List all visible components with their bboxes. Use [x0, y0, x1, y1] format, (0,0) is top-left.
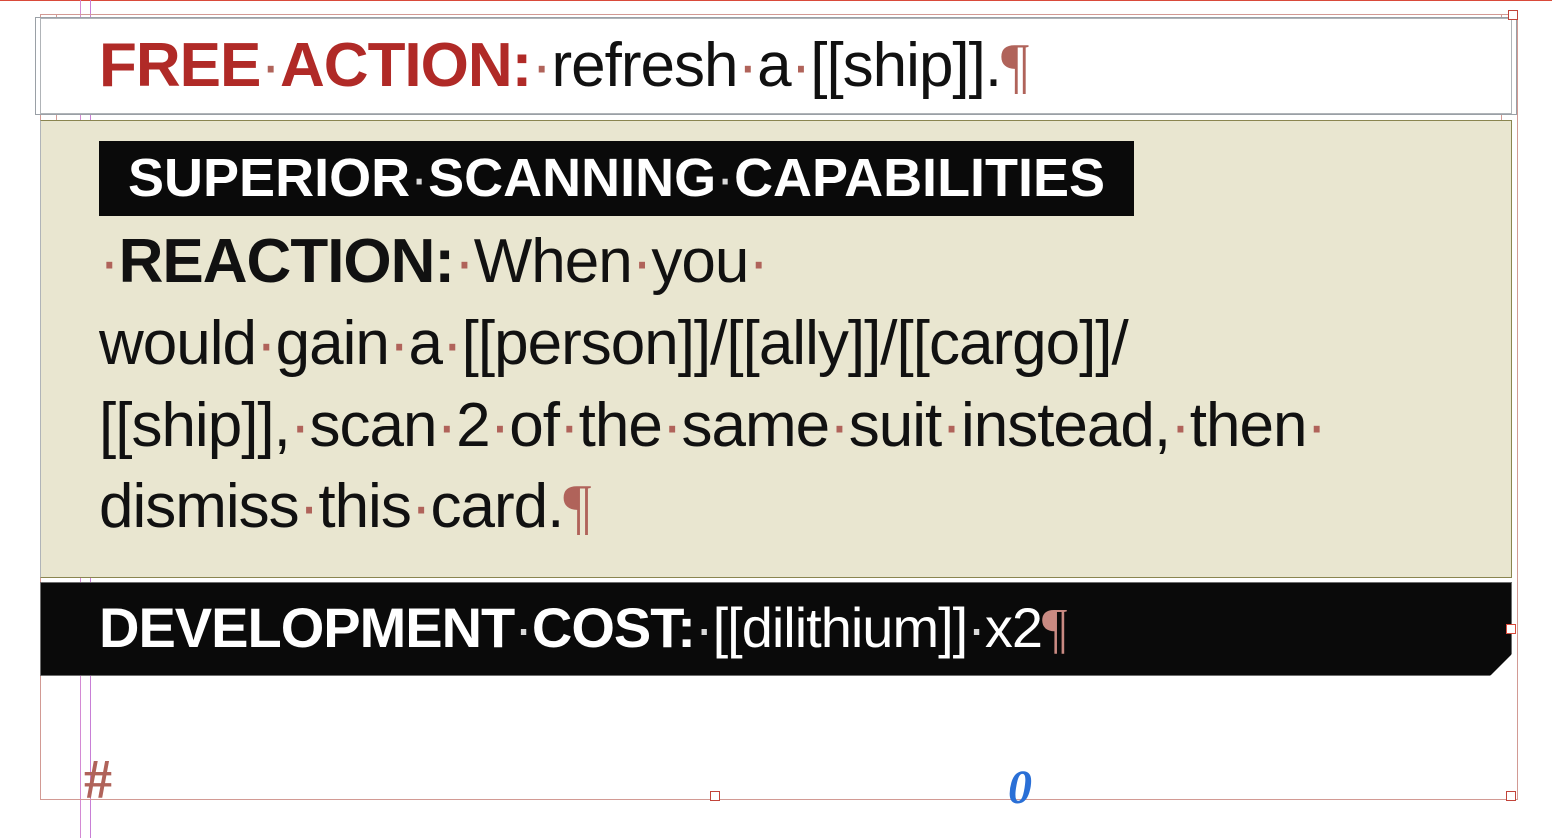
frame-break-icon: #	[84, 748, 112, 812]
text-frames-group[interactable]: FREE·ACTION:·refresh·a·[[ship]].¶ SUPERI…	[40, 18, 1512, 676]
development-cost-label: DEVELOPMENT·COST:	[99, 596, 695, 659]
selection-handle[interactable]	[710, 791, 720, 801]
ability-name-badge: SUPERIOR·SCANNING·CAPABILITIES	[99, 141, 1134, 216]
text-frame-development-cost[interactable]: DEVELOPMENT·COST:·[[dilithium]]·x2¶	[40, 582, 1512, 676]
overset-text-indicator-icon[interactable]: 0	[1008, 760, 1032, 815]
development-cost-value: [[dilithium]]·x2	[713, 596, 1042, 659]
selection-handle[interactable]	[1506, 624, 1516, 634]
selection-handle[interactable]	[1506, 791, 1516, 801]
pilcrow-icon: ¶	[563, 473, 590, 541]
pilcrow-icon: ¶	[1001, 32, 1029, 100]
free-action-label: FREE·ACTION:	[99, 31, 531, 100]
ruler-guide-horizontal	[0, 0, 1552, 1]
text-frame-free-action[interactable]: FREE·ACTION:·refresh·a·[[ship]].¶	[40, 18, 1512, 114]
pilcrow-icon: ¶	[1042, 598, 1066, 660]
reaction-label: REACTION:	[119, 227, 454, 296]
free-action-text: refresh·a·[[ship]].	[551, 31, 1001, 100]
corner-cut-icon	[1490, 654, 1512, 676]
text-frame-ability[interactable]: SUPERIOR·SCANNING·CAPABILITIES ·REACTION…	[40, 120, 1512, 578]
